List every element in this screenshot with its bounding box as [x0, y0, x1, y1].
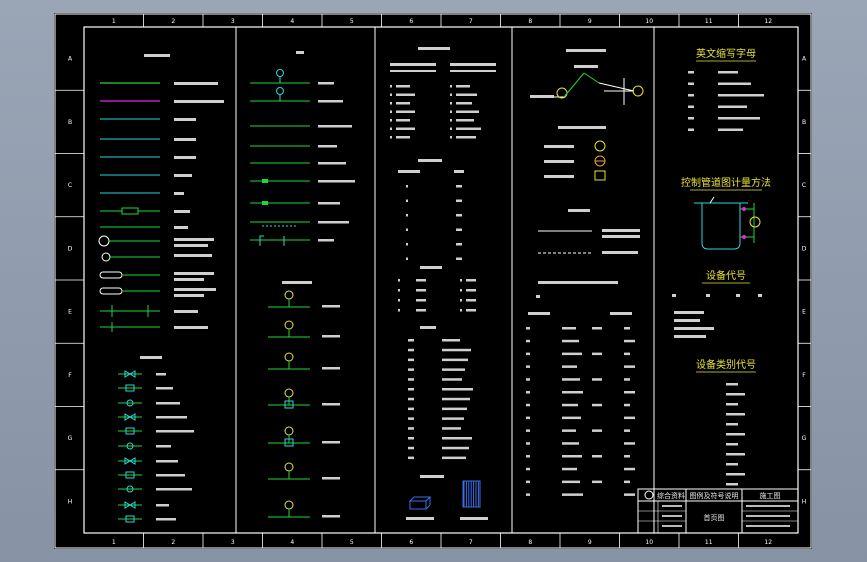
legend-heading-glyphs: [144, 54, 170, 57]
row-marker: E: [802, 309, 806, 316]
row-marker: G: [802, 435, 807, 442]
column-marker: 6: [409, 18, 413, 25]
column-marker: 11: [705, 18, 713, 25]
title-sheet-name: 首页图: [704, 513, 725, 522]
column-marker: 10: [645, 18, 653, 25]
column-marker: 5: [350, 18, 354, 25]
row-marker: F: [802, 372, 806, 379]
column-marker: 2: [171, 539, 175, 546]
column-marker: 2: [171, 18, 175, 25]
material-list: [398, 279, 476, 312]
column-marker: 3: [231, 18, 235, 25]
row-marker: H: [68, 498, 73, 505]
column-marker: 8: [528, 539, 532, 546]
column-marker: 7: [469, 539, 473, 546]
tank-level-diagram: [694, 196, 761, 250]
equipment-code-rows: [672, 294, 762, 338]
row-marker: E: [68, 309, 72, 316]
pipe-size-list: [406, 185, 462, 260]
column-marker: 1: [112, 18, 116, 25]
equipment-codes-heading: 设备代号: [706, 269, 746, 282]
grid-ticks: [55, 14, 811, 548]
abbreviation-list: [408, 339, 473, 460]
row-marker: B: [802, 119, 806, 126]
company-logo: [644, 490, 654, 500]
title-drawing-name: 图例及符号说明: [690, 491, 739, 500]
pipe-line-legend: [98, 54, 170, 332]
column-marker: 7: [469, 18, 473, 25]
signal-symbols: [544, 126, 606, 181]
instrument-install-legend: [282, 281, 312, 284]
column-marker: 12: [764, 539, 772, 546]
gauge-symbol: [98, 235, 110, 247]
row-marker: B: [68, 119, 72, 126]
row-marker: C: [68, 182, 72, 189]
column-marker: 10: [645, 539, 653, 546]
column-markers: 112233445566778899101011111212: [112, 18, 772, 546]
valve-legend-rows: [118, 370, 194, 523]
valve-legend: [140, 356, 162, 359]
flex-joint-symbol: [121, 207, 139, 215]
instrument-legend-rows: [250, 69, 355, 246]
control-loop-diagram: [530, 49, 644, 105]
outer-border: [54, 13, 812, 549]
row-marker: D: [68, 245, 73, 252]
row-marker: F: [68, 372, 72, 379]
column-marker: 9: [588, 18, 592, 25]
equipment-table: [528, 281, 632, 315]
pipe-spec-table: [390, 47, 496, 72]
column-marker: 11: [705, 539, 713, 546]
column-marker: 3: [231, 539, 235, 546]
column-marker: 1: [112, 539, 116, 546]
material-table: [420, 266, 442, 269]
column-marker: 4: [290, 539, 294, 546]
equipment-list: [526, 327, 635, 496]
instrument-install-rows: [268, 290, 340, 518]
cad-drawing-sheet: 1 1 2 2 3 3 4 4 5 5 6 6 7 7 8 8 9 9 10 10 11 11 12 12 AABBCCDDE…: [54, 13, 812, 549]
pipe-size-table: [398, 159, 464, 173]
row-marker: A: [802, 56, 807, 63]
column-marker: 5: [350, 539, 354, 546]
line-type-legend: [538, 209, 640, 254]
column-marker: 4: [290, 18, 294, 25]
title-block: 综合资料 图例及符号说明 施工图 首页图: [637, 488, 799, 534]
column-marker: 9: [588, 539, 592, 546]
column-marker: 12: [764, 18, 772, 25]
row-marker: H: [802, 498, 807, 505]
reducer-symbol: [99, 271, 123, 279]
drawing-canvas: 112233445566778899101011111212 A AB BC CD DE…: [54, 13, 812, 549]
column-marker: 8: [528, 18, 532, 25]
title-stage: 施工图: [760, 491, 781, 500]
row-marker: C: [802, 182, 806, 189]
pipe-spec-list: [390, 85, 481, 139]
title-company: 综合资料: [657, 491, 685, 500]
row-marker: D: [802, 245, 807, 252]
pipe-line-legend-text: [174, 82, 224, 329]
english-codes-heading: 英文缩写字母: [696, 47, 756, 60]
row-marker: A: [68, 56, 73, 63]
column-marker: 6: [409, 539, 413, 546]
english-code-rows: [688, 71, 764, 131]
interlock-methods-heading: 控制管道图计量方法: [681, 176, 771, 189]
row-marker: G: [68, 435, 73, 442]
abbreviation-table: [420, 326, 436, 329]
instrument-legend: [296, 51, 304, 54]
insulation-symbols: [406, 475, 488, 520]
equipment-category-rows: [726, 383, 745, 486]
equipment-category-heading: 设备类别代号: [696, 358, 756, 371]
